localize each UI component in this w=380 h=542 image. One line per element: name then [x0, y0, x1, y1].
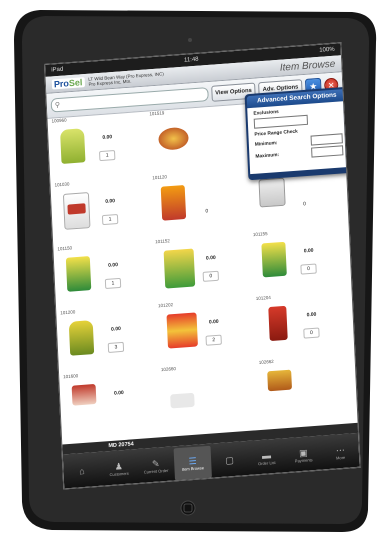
app-screen: iPad 11:48 100% ProSel LT Wild Bean Way … [44, 42, 361, 490]
maximum-label: Maximum: [255, 152, 280, 160]
item-price: 0.00 [108, 262, 119, 269]
item-price: 0.00 [205, 254, 216, 262]
search-icon: ⚲ [54, 101, 61, 110]
item-code: 101600 [63, 373, 79, 380]
item-cell[interactable]: 101600 0.00 [59, 373, 159, 438]
product-image [160, 184, 187, 221]
home-icon: ⌂ [79, 465, 85, 477]
item-code: 101202 [157, 302, 174, 309]
product-image [261, 241, 287, 278]
customers-icon: ♟ [114, 460, 124, 472]
tab-label: More [335, 454, 346, 461]
product-image [71, 383, 97, 406]
ipad-photo: iPad 11:48 100% ProSel LT Wild Bean Way … [0, 0, 380, 542]
maximum-field[interactable] [311, 145, 344, 158]
tab-label: Payments [294, 456, 313, 464]
item-cell[interactable]: 101152 0.00 0 [151, 238, 251, 303]
item-price: 0.00 [105, 198, 116, 205]
product-image [166, 312, 198, 349]
tab-item-browse[interactable]: ☰ Item Browse [173, 445, 212, 481]
quantity-field[interactable]: 2 [205, 334, 222, 346]
product-image [62, 192, 91, 230]
carrier-label: iPad [51, 66, 64, 74]
logo-main: Pro [53, 78, 70, 90]
quantity-field[interactable]: 0 [303, 327, 320, 339]
exclusions-field[interactable] [253, 114, 309, 129]
item-cell[interactable]: 101519 [146, 110, 246, 176]
company-info: LT Wild Bean Way (Pro Express, INC) Pro … [88, 71, 164, 87]
item-code: 101030 [54, 181, 70, 188]
item-code: 101155 [252, 231, 268, 238]
item-cell[interactable]: 101155 0.00 0 [249, 231, 349, 296]
browse-icon: ☰ [188, 455, 197, 466]
product-image [170, 392, 195, 409]
tab-payments[interactable]: ▣ Payments [284, 438, 322, 473]
popover-body: Exclusions Price Range Check Minimum: Ma… [247, 100, 350, 175]
quantity-field[interactable]: 3 [107, 341, 125, 353]
product-image [68, 320, 95, 356]
item-code: 101152 [155, 238, 170, 245]
tab-customers[interactable]: ♟ Customers [100, 451, 138, 486]
battery-label: 100% [319, 46, 335, 54]
quantity-field[interactable]: 1 [101, 213, 119, 226]
item-cell[interactable]: 102662 [255, 359, 355, 424]
item-cell[interactable]: 101030 0.00 1 [51, 181, 151, 247]
item-code: 101120 [152, 174, 168, 181]
page-title: Item Browse [279, 58, 336, 74]
item-code: 102662 [258, 358, 274, 365]
tab-current-order[interactable]: ✎ Current Order [137, 448, 175, 483]
product-image [267, 369, 293, 392]
blank-icon: ▢ [225, 455, 235, 466]
tab-label: Order List [257, 459, 276, 466]
quantity-field[interactable]: 0 [300, 263, 317, 275]
tab-label: Customers [109, 470, 129, 477]
quantity-field[interactable]: 1 [99, 149, 116, 162]
product-image [258, 177, 286, 208]
app-logo: ProSel [51, 77, 85, 90]
quantity-field[interactable]: 1 [104, 277, 122, 290]
item-price: 0.00 [303, 247, 314, 255]
quantity-field[interactable]: 0 [199, 206, 215, 216]
tab-home[interactable]: ⌂ [63, 454, 101, 489]
product-image [65, 256, 92, 292]
clock: 11:48 [183, 56, 199, 64]
tab-label: Item Browse [181, 464, 205, 472]
advanced-search-popover: Advanced Search Options Exclusions Price… [244, 86, 353, 181]
item-cell[interactable]: 100960 0.00 1 [48, 117, 148, 183]
quantity-field[interactable]: 0 [202, 270, 220, 282]
item-cell[interactable]: 101200 0.00 3 [56, 309, 156, 374]
item-code: 102660 [160, 366, 177, 373]
item-price: 0.00 [113, 389, 124, 397]
tab-label: Current Order [143, 467, 169, 475]
item-cell[interactable]: 101204 0.00 0 [252, 295, 352, 360]
order-icon: ✎ [151, 457, 160, 469]
item-price: 0.00 [102, 134, 113, 141]
tab-order-list[interactable]: ▬ Order List [247, 440, 285, 475]
item-code: 100960 [51, 117, 67, 124]
item-code: 101204 [255, 294, 271, 302]
tab-blank[interactable]: ▢ [210, 443, 248, 478]
item-cell[interactable]: 101150 0.00 1 [54, 245, 154, 311]
item-price: 0.00 [208, 318, 219, 326]
item-cell[interactable]: 101120 0 [148, 174, 248, 239]
item-price: 0.00 [110, 325, 121, 333]
product-image [158, 126, 189, 151]
item-code: 101200 [60, 309, 76, 316]
product-image [268, 305, 288, 342]
logo-accent: Sel [68, 77, 83, 89]
product-image [60, 128, 86, 164]
minimum-field[interactable] [310, 133, 343, 146]
item-code: 101519 [149, 110, 165, 117]
quantity-field[interactable]: 0 [297, 199, 312, 209]
item-cell[interactable]: 101202 0.00 2 [154, 302, 254, 367]
item-price: 0.00 [306, 311, 317, 319]
product-image [163, 248, 196, 289]
tab-more[interactable]: ⋯ More [321, 435, 359, 470]
quantity-field[interactable] [196, 142, 212, 152]
payments-icon: ▣ [298, 447, 308, 458]
item-code: 101150 [57, 245, 73, 252]
minimum-label: Minimum: [254, 140, 278, 148]
item-cell[interactable]: 102660 [157, 366, 257, 431]
